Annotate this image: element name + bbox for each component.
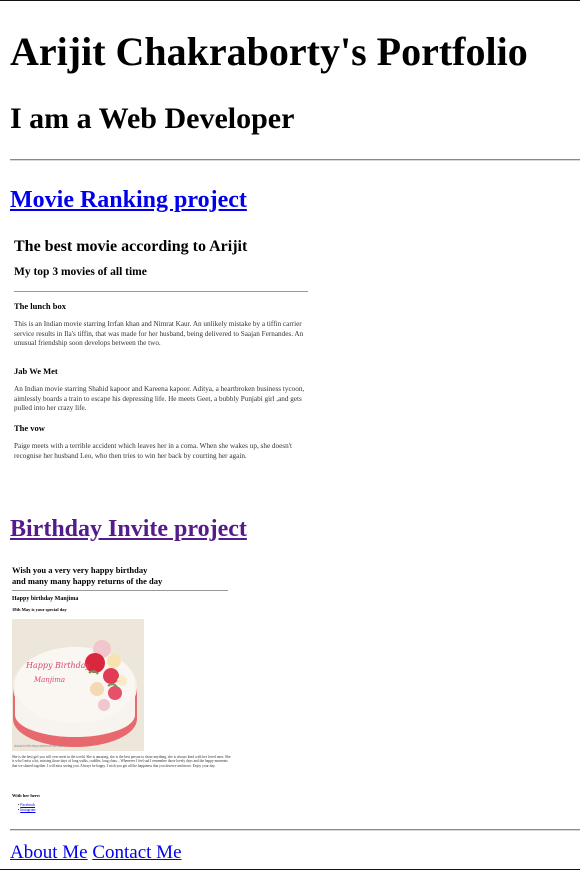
preview-birthday-date: 18th May is your special day: [12, 607, 67, 612]
preview-birthday-heading: Wish you a very very happy birthday and …: [12, 565, 232, 587]
preview-birthday-heading-line-1: Wish you a very very happy birthday: [12, 565, 148, 575]
preview-movie-subheading: My top 3 movies of all time: [14, 266, 147, 278]
preview-birthday-with-line: With her here:: [12, 793, 41, 798]
page-title: Arijit Chakraborty's Portfolio: [10, 29, 528, 74]
preview-birthday-heading-line-2: and many many happy returns of the day: [12, 576, 163, 586]
contact-me-link[interactable]: Contact Me: [92, 842, 181, 863]
preview-birthday-links: • Facebook • Instagram: [18, 803, 35, 813]
movie-2-description: An Indian movie starring Shahid kapoor a…: [14, 385, 305, 412]
movie-1-description: This is an Indian movie starring Irrfan …: [14, 320, 304, 347]
movie-3-description: Paige meets with a terrible accident whi…: [14, 442, 292, 460]
preview-birthday-message: She is the best girl you will ever meet …: [12, 755, 231, 768]
birthday-cake-image: Happy Birthday Manjima www.birthdaycaken…: [12, 619, 144, 751]
preview-movie-divider: [14, 291, 308, 292]
preview-birthday-subheading: Happy birthday Manjima: [12, 596, 79, 602]
movie-3-title: The vow: [14, 423, 45, 433]
birthday-project-preview[interactable]: Wish you a very very happy birthday and …: [12, 565, 232, 820]
facebook-link[interactable]: Facebook: [20, 803, 35, 807]
list-item: • Instagram: [18, 807, 36, 812]
cake-text-name: Manjima: [33, 676, 65, 684]
preview-birthday-divider: [12, 590, 228, 591]
birthday-project-heading: Birthday Invite project: [10, 515, 247, 543]
preview-movie-heading: The best movie according to Arijit: [14, 238, 248, 255]
page-subtitle: I am a Web Developer: [10, 102, 295, 135]
movie-project-heading: Movie Ranking project: [10, 186, 247, 214]
movie-project-link[interactable]: Movie Ranking project: [10, 187, 247, 213]
bottom-border: [0, 869, 580, 870]
footer-nav: About Me Contact Me: [10, 841, 182, 865]
birthday-project-link[interactable]: Birthday Invite project: [10, 516, 247, 542]
instagram-link[interactable]: Instagram: [20, 808, 35, 812]
movie-1-title: The lunch box: [14, 301, 66, 311]
cake-watermark: www.birthdaycakename.com: [14, 744, 65, 748]
movie-2-title: Jab We Met: [14, 366, 58, 376]
divider-bottom: [10, 829, 580, 831]
about-me-link[interactable]: About Me: [10, 842, 88, 863]
divider-top: [10, 159, 580, 161]
top-border: [0, 0, 580, 1]
cake-text-happy-birthday: Happy Birthday: [25, 661, 91, 670]
movie-project-preview[interactable]: The best movie according to Arijit My to…: [14, 236, 314, 466]
